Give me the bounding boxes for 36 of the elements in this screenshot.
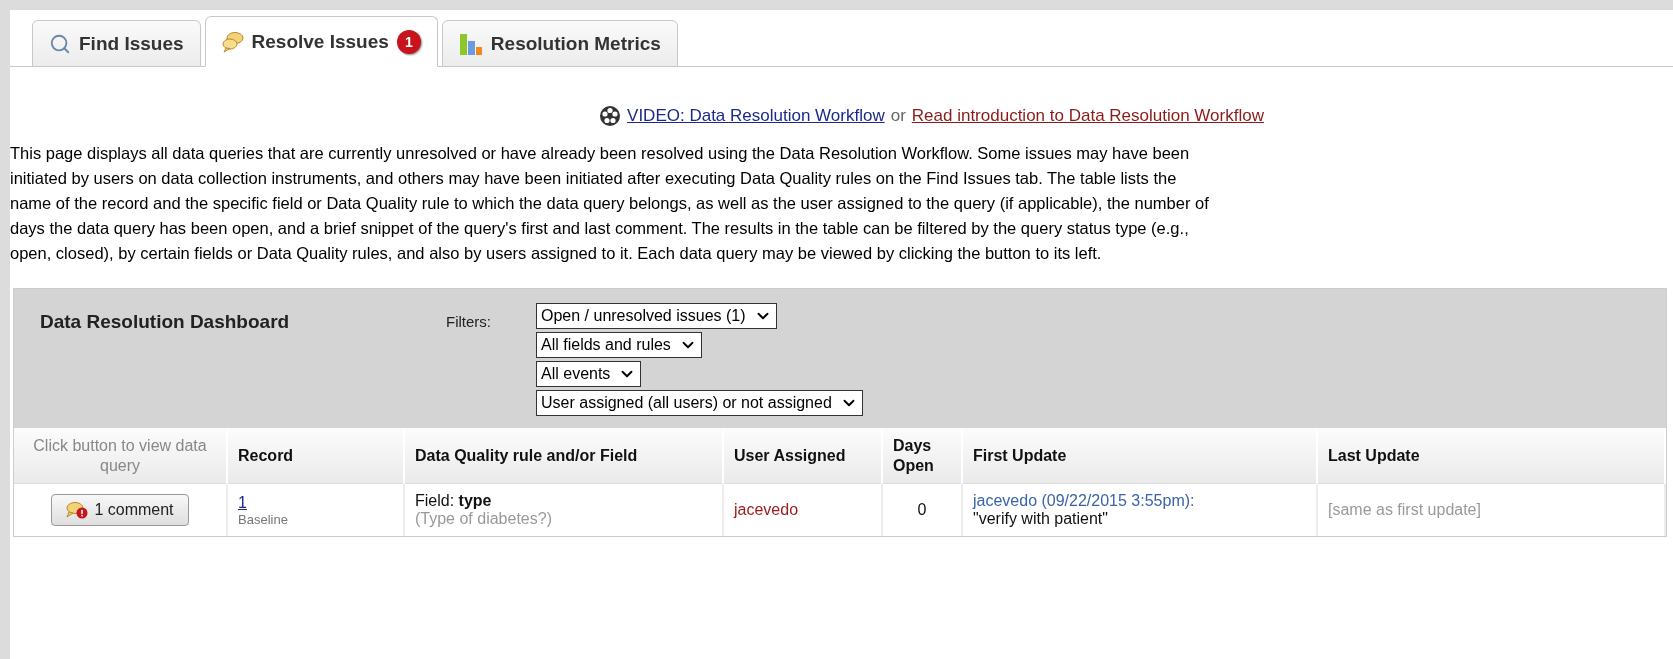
column-header: Click button to view data query bbox=[14, 428, 227, 484]
dashboard-title: Data Resolution Dashboard bbox=[40, 310, 291, 334]
filter-dropdown[interactable]: All fields and rules bbox=[536, 332, 702, 358]
column-header: Data Quality rule and/or Field bbox=[404, 428, 723, 484]
column-header: First Update bbox=[962, 428, 1317, 484]
column-header: User Assigned bbox=[723, 428, 882, 484]
days-open: 0 bbox=[917, 501, 927, 518]
event-label: Baseline bbox=[238, 511, 289, 527]
assigned-user: jacevedo bbox=[734, 501, 799, 518]
column-header: Record bbox=[227, 428, 404, 484]
introduction-link[interactable]: Read introduction to Data Resolution Workflow bbox=[911, 106, 1264, 126]
filters-label: Filters: bbox=[446, 312, 492, 332]
comment-button[interactable]: 1 comment bbox=[51, 494, 189, 526]
comment-alert-icon bbox=[66, 501, 89, 519]
filter-dropdown[interactable]: All events bbox=[536, 361, 642, 387]
field-name: Field: type bbox=[415, 492, 493, 510]
search-icon bbox=[49, 32, 71, 55]
description-text: This page displays all data queries that are currently unresolved or have already been resolved using the Data Resolution Workflow. Some issues may have been initiated by users on data collection instruments, and others may have been initiated after executing Data Quality rules on the Find Issues tab. The table lists the name of the record and the specific field or Data Quality rule to which the data query belongs, as well as the user assigned to the query (if applicable), the number of days the data query has been open, and a brief snippet of the query's first and last comment. The results in the table can be filtered by the query status type (e.g., open, closed), by certain fields or Data Quality rules, and also by users assigned to it. Each data query may be viewed by clicking the button to its left. bbox=[10, 143, 1210, 264]
speech-bubbles-icon bbox=[221, 30, 244, 53]
filter-dropdown[interactable]: User assigned (all users) or not assigned bbox=[536, 390, 863, 416]
tab[interactable]: Find Issues bbox=[32, 20, 201, 67]
field-label: (Type of diabetes?) bbox=[415, 510, 552, 527]
count-badge: 1 bbox=[396, 29, 421, 54]
record-link[interactable]: 1 bbox=[238, 493, 247, 511]
filter-dropdown[interactable]: Open / unresolved issues (1) bbox=[536, 303, 777, 329]
bar-chart-icon bbox=[458, 31, 483, 56]
film-reel-icon bbox=[599, 105, 622, 127]
last-update-text: [same as first update] bbox=[1328, 501, 1481, 518]
separator-text: or bbox=[890, 106, 906, 126]
tab[interactable]: Resolution Metrics bbox=[441, 20, 678, 67]
update-comment: "verify with patient" bbox=[973, 510, 1109, 528]
update-author: jacevedo (09/22/2015 3:55pm): bbox=[973, 492, 1196, 510]
column-header: Last Update bbox=[1317, 428, 1665, 484]
video-link[interactable]: VIDEO: Data Resolution Workflow bbox=[627, 106, 885, 126]
column-header: Days Open bbox=[882, 428, 962, 484]
tab[interactable]: Resolve Issues 1 bbox=[204, 16, 438, 67]
